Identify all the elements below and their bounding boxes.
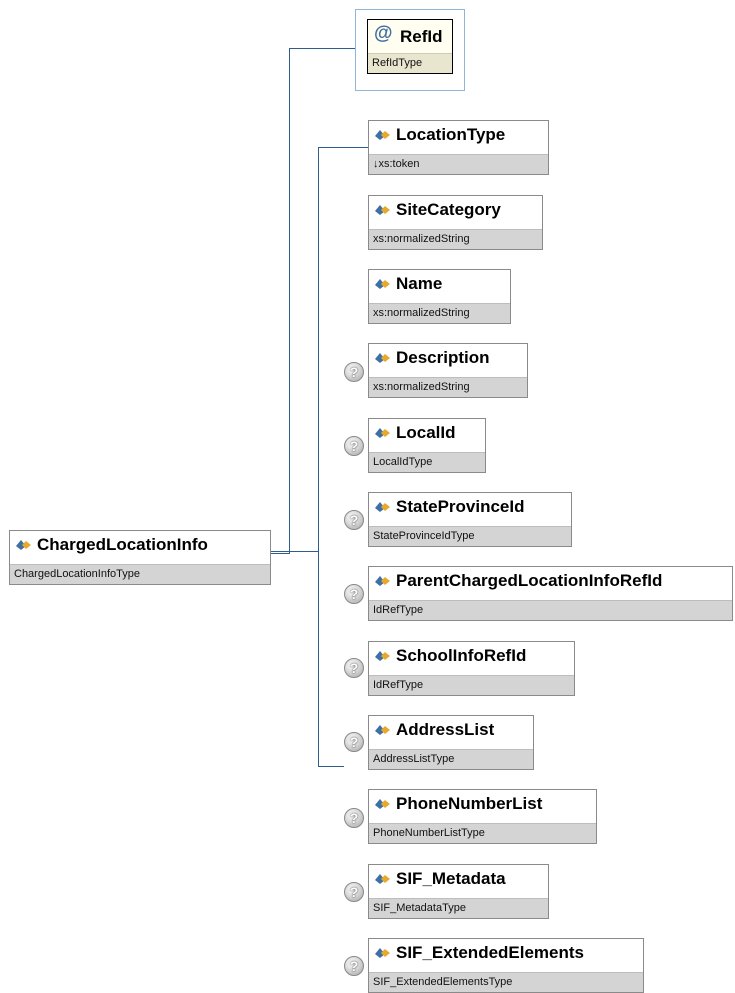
child-element-name: LocationType xyxy=(396,124,506,144)
element-icon xyxy=(375,650,391,662)
child-element-box[interactable]: LocationType ↓xs:token xyxy=(368,120,549,175)
child-element-name: Description xyxy=(396,347,490,367)
attribute-trunk xyxy=(289,48,290,553)
element-icon xyxy=(375,947,391,959)
child-element-type: LocalIdType xyxy=(369,452,485,472)
child-element-box[interactable]: Description xs:normalizedString xyxy=(368,343,528,398)
at-sign-icon: @ xyxy=(374,22,393,44)
attribute-type: RefIdType xyxy=(368,53,452,73)
element-icon xyxy=(375,724,391,736)
child-element-box[interactable]: SchoolInfoRefId IdRefType xyxy=(368,641,575,696)
root-connector-2 xyxy=(270,553,290,554)
child-element-box[interactable]: StateProvinceId StateProvinceIdType xyxy=(368,492,572,547)
element-icon xyxy=(375,501,391,513)
element-icon xyxy=(375,278,391,290)
child-element-type: xs:normalizedString xyxy=(369,229,542,249)
child-element-type: xs:normalizedString xyxy=(369,377,527,397)
child-element-type: SIF_MetadataType xyxy=(369,898,548,918)
child-element-name: LocalId xyxy=(396,422,456,442)
child-element-name: ParentChargedLocationInfoRefId xyxy=(396,570,663,590)
element-icon xyxy=(375,129,391,141)
element-icon xyxy=(375,873,391,885)
child-element-name: SiteCategory xyxy=(396,199,501,219)
q-marker: ? xyxy=(344,436,364,456)
attribute-box[interactable]: @ RefId RefIdType xyxy=(367,19,453,74)
child-element-name: Name xyxy=(396,273,443,293)
child-element-name: PhoneNumberList xyxy=(396,793,543,813)
child-element-name: SchoolInfoRefId xyxy=(396,645,527,665)
root-element-name: ChargedLocationInfo xyxy=(37,534,208,554)
child-element-name: SIF_ExtendedElements xyxy=(396,942,585,962)
child-element-name: SIF_Metadata xyxy=(396,868,506,888)
root-connector xyxy=(270,551,290,552)
q-marker: ? xyxy=(344,732,364,752)
sequence-trunk xyxy=(318,147,319,767)
child-element-box[interactable]: SIF_ExtendedElements SIF_ExtendedElement… xyxy=(368,938,644,993)
child-element-box[interactable]: LocalId LocalIdType xyxy=(368,418,486,473)
q-marker: ? xyxy=(344,882,364,902)
child-element-type: AddressListType xyxy=(369,749,533,769)
root-element-box[interactable]: ChargedLocationInfo ChargedLocationInfoT… xyxy=(9,530,271,585)
child-element-type: SIF_ExtendedElementsType xyxy=(369,972,643,992)
child-element-name: StateProvinceId xyxy=(396,496,525,516)
q-marker: ? xyxy=(344,808,364,828)
child-element-type: IdRefType xyxy=(369,600,732,620)
root-element-type: ChargedLocationInfoType xyxy=(10,564,270,584)
element-icon xyxy=(16,539,32,551)
q-marker: ? xyxy=(344,584,364,604)
attribute-name: RefId xyxy=(400,26,443,46)
element-icon xyxy=(375,798,391,810)
child-element-type: ↓xs:token xyxy=(369,154,548,174)
q-marker: ? xyxy=(344,658,364,678)
child-element-box[interactable]: Name xs:normalizedString xyxy=(368,269,511,324)
q-marker: ? xyxy=(344,362,364,382)
element-icon xyxy=(375,427,391,439)
child-element-box[interactable]: ParentChargedLocationInfoRefId IdRefType xyxy=(368,566,733,621)
child-element-name: AddressList xyxy=(396,719,495,739)
last-child-branch xyxy=(318,766,344,767)
child-element-box[interactable]: SIF_Metadata SIF_MetadataType xyxy=(368,864,549,919)
child-element-type: StateProvinceIdType xyxy=(369,526,571,546)
element-icon xyxy=(375,352,391,364)
child-element-type: xs:normalizedString xyxy=(369,303,510,323)
element-icon xyxy=(375,204,391,216)
child-element-box[interactable]: AddressList AddressListType xyxy=(368,715,534,770)
q-marker: ? xyxy=(344,510,364,530)
element-icon xyxy=(375,575,391,587)
child-element-type: IdRefType xyxy=(369,675,574,695)
q-marker: ? xyxy=(344,956,364,976)
sequence-branch xyxy=(290,551,318,552)
child-element-box[interactable]: SiteCategory xs:normalizedString xyxy=(368,195,543,250)
child-element-box[interactable]: PhoneNumberList PhoneNumberListType xyxy=(368,789,597,844)
first-child-branch xyxy=(318,147,368,148)
attribute-branch xyxy=(289,48,356,49)
child-element-type: PhoneNumberListType xyxy=(369,823,596,843)
